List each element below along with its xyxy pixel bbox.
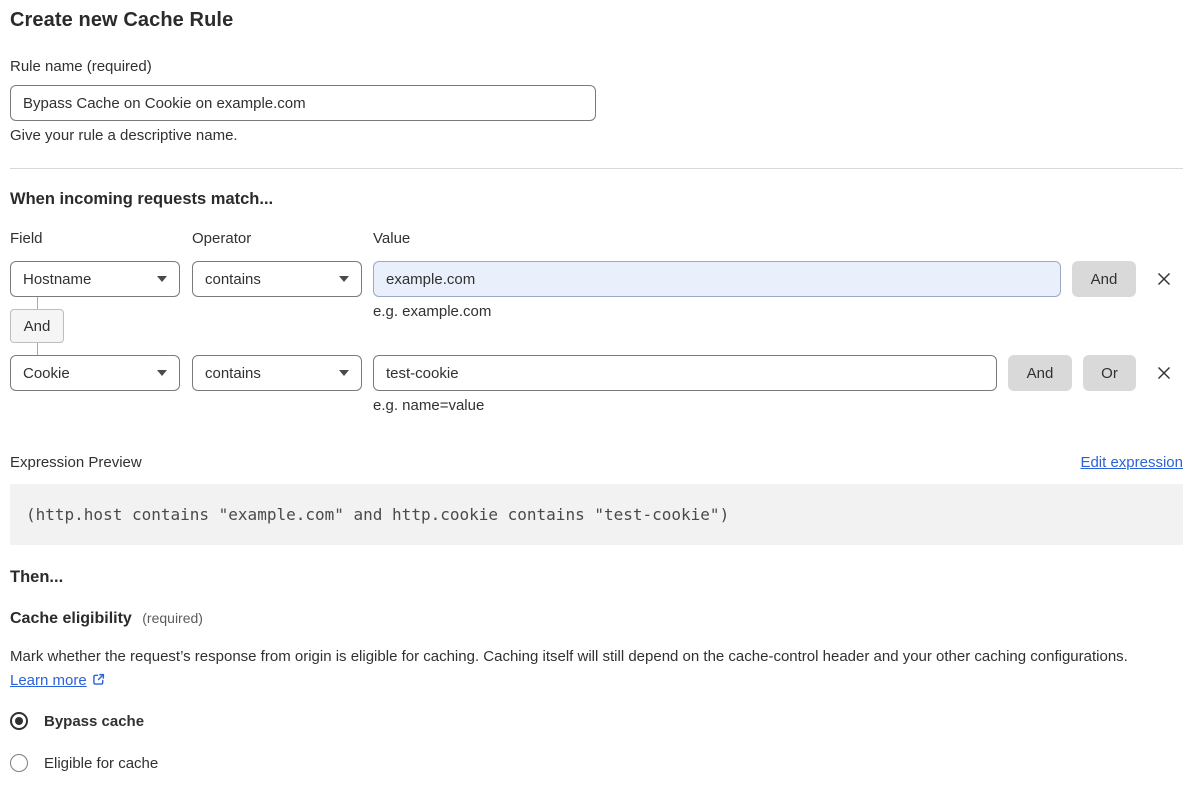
chevron-down-icon xyxy=(157,370,167,376)
operator-select-row1[interactable]: contains xyxy=(192,261,362,297)
operator-select-row2[interactable]: contains xyxy=(192,355,362,391)
radio-eligible-for-cache-label[interactable]: Eligible for cache xyxy=(44,755,158,772)
match-heading: When incoming requests match... xyxy=(10,190,274,208)
rule-name-label: Rule name (required) xyxy=(10,58,152,75)
radio-selected-dot xyxy=(15,717,23,725)
chevron-down-icon xyxy=(339,276,349,282)
external-link-icon[interactable] xyxy=(91,672,106,687)
section-divider xyxy=(10,168,1183,169)
field-select-row1-value: Hostname xyxy=(23,270,92,288)
field-select-row2-value: Cookie xyxy=(23,364,70,382)
x-icon xyxy=(1158,367,1170,379)
then-heading: Then... xyxy=(10,568,64,586)
radio-eligible-for-cache[interactable] xyxy=(10,754,28,772)
operator-select-row1-value: contains xyxy=(205,270,261,288)
column-label-value: Value xyxy=(373,230,411,247)
cache-eligibility-description: Mark whether the request’s response from… xyxy=(10,645,1170,693)
radio-bypass-cache-label[interactable]: Bypass cache xyxy=(44,713,144,730)
x-icon xyxy=(1158,273,1170,285)
cache-eligibility-description-text: Mark whether the request’s response from… xyxy=(10,648,1128,665)
field-select-row1[interactable]: Hostname xyxy=(10,261,180,297)
expression-code-block: (http.host contains "example.com" and ht… xyxy=(10,484,1183,545)
rule-name-help: Give your rule a descriptive name. xyxy=(10,127,238,144)
column-label-field: Field xyxy=(10,230,43,247)
learn-more-link[interactable]: Learn more xyxy=(10,672,87,689)
remove-condition-button-row1[interactable] xyxy=(1152,267,1176,291)
chevron-down-icon xyxy=(339,370,349,376)
column-label-operator: Operator xyxy=(192,230,252,247)
value-input-row1[interactable] xyxy=(373,261,1061,297)
add-and-condition-button-row1[interactable]: And xyxy=(1072,261,1136,297)
expression-preview-label: Expression Preview xyxy=(10,454,142,471)
rule-name-input[interactable] xyxy=(10,85,596,121)
radio-bypass-cache[interactable] xyxy=(10,712,28,730)
chevron-down-icon xyxy=(157,276,167,282)
value-hint-row1: e.g. example.com xyxy=(373,303,492,320)
edit-expression-link[interactable]: Edit expression xyxy=(1080,454,1183,471)
page-title: Create new Cache Rule xyxy=(10,9,234,31)
cache-eligibility-required-tag: (required) xyxy=(142,610,203,626)
value-hint-row2: e.g. name=value xyxy=(373,397,485,414)
add-or-condition-button-row2[interactable]: Or xyxy=(1083,355,1136,391)
connector-line-bottom xyxy=(37,343,38,355)
remove-condition-button-row2[interactable] xyxy=(1152,361,1176,385)
connector-line-top xyxy=(37,297,38,309)
expression-code-text: (http.host contains "example.com" and ht… xyxy=(26,505,730,524)
operator-select-row2-value: contains xyxy=(205,364,261,382)
cache-eligibility-heading: Cache eligibility xyxy=(10,610,132,627)
field-select-row2[interactable]: Cookie xyxy=(10,355,180,391)
add-and-condition-button-row2[interactable]: And xyxy=(1008,355,1072,391)
connector-and-button[interactable]: And xyxy=(10,309,64,343)
value-input-row2[interactable] xyxy=(373,355,997,391)
